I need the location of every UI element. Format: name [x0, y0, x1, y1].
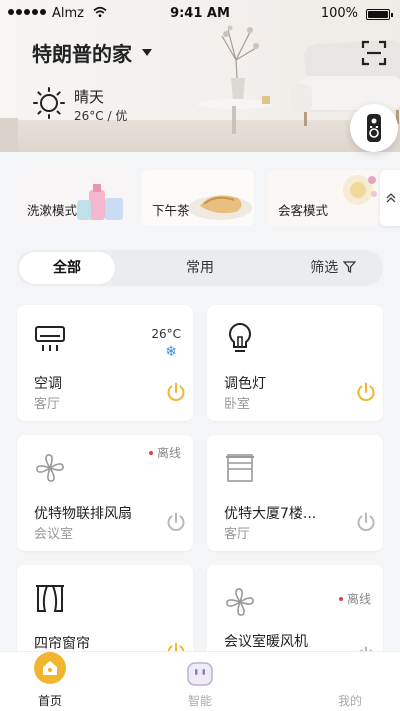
device-name: 四帘窗帘	[34, 636, 90, 652]
device-room: 客厅	[34, 397, 61, 412]
scene-card-afternoon-tea[interactable]: 下午茶	[142, 170, 254, 226]
scene-card-guest[interactable]: 会客模式	[268, 170, 380, 226]
home-icon[interactable]	[34, 652, 66, 684]
device-card-air-conditioner[interactable]: 26°C ❄ 空调 客厅	[17, 305, 193, 421]
caret-down-icon	[142, 49, 152, 56]
home-name: 特朗普的家	[32, 42, 132, 66]
power-on-icon[interactable]	[165, 381, 187, 403]
offline-dot-icon	[338, 596, 343, 601]
fan-heater-icon	[226, 588, 254, 616]
sun-icon	[33, 87, 65, 119]
tab-filter-label: 筛选	[310, 260, 339, 276]
device-name: 优特大厦7楼...	[224, 506, 317, 522]
curtain-icon	[36, 585, 64, 612]
offline-dot-icon	[148, 450, 153, 455]
scene-carousel: 洗漱模式 下午茶 会客模式	[17, 170, 400, 226]
snowflake-icon: ❄	[165, 344, 177, 360]
scene-label: 会客模式	[278, 203, 329, 218]
device-filter-tabs: 全部 常用 筛选	[17, 250, 383, 286]
device-name: 优特物联排风扇	[34, 506, 132, 522]
power-on-icon[interactable]	[355, 381, 377, 403]
light-bulb-icon	[229, 322, 251, 352]
nav-label: 我的	[337, 694, 362, 708]
remote-control-button[interactable]	[350, 104, 398, 152]
scan-icon[interactable]	[361, 40, 387, 66]
double-chevron-up-icon	[386, 193, 396, 203]
home-screen: Almz 9:41 AM 100% 特朗普的家 晴天 26°C / 优 洗漱模式…	[0, 0, 400, 711]
battery-percentage: 100%	[320, 6, 358, 21]
home-selector[interactable]: 特朗普的家	[32, 38, 152, 67]
weather-detail: 26°C / 优	[74, 109, 128, 123]
nav-label: 智能	[187, 694, 212, 708]
robot-icon	[187, 662, 213, 686]
device-room: 客厅	[224, 527, 251, 542]
expand-scenes-button[interactable]	[380, 170, 400, 226]
scene-label: 洗漱模式	[27, 203, 78, 218]
fan-icon	[36, 454, 64, 482]
weather-condition: 晴天	[74, 88, 105, 106]
tab-common[interactable]: 常用	[155, 252, 245, 284]
device-room: 卧室	[224, 397, 251, 412]
house-icon	[43, 661, 57, 675]
scene-card-wash[interactable]: 洗漱模式	[17, 170, 129, 226]
offline-badge: 离线	[148, 444, 181, 461]
filter-icon	[342, 261, 357, 273]
status-bar: Almz 9:41 AM 100%	[0, 0, 400, 28]
device-card-color-lamp[interactable]: 调色灯 卧室	[207, 305, 383, 421]
device-card-exhaust-fan[interactable]: 离线 优特物联排风扇 会议室	[17, 435, 193, 551]
remote-control-icon	[367, 114, 381, 142]
device-name: 调色灯	[224, 376, 266, 392]
tab-all[interactable]: 全部	[19, 252, 115, 284]
nav-label: 首页	[37, 694, 62, 708]
power-off-icon[interactable]	[165, 511, 187, 533]
device-name: 空调	[34, 376, 62, 392]
air-conditioner-icon	[35, 326, 65, 351]
offline-label: 离线	[156, 446, 181, 460]
temperature-reading: 26°C	[151, 327, 181, 341]
device-room: 会议室	[34, 527, 74, 542]
device-card-building-7f[interactable]: 优特大厦7楼... 客厅	[207, 435, 383, 551]
offline-label: 离线	[346, 592, 371, 606]
scene-label: 下午茶	[152, 203, 190, 218]
offline-badge: 离线	[338, 590, 371, 607]
device-name: 会议室暖风机	[224, 634, 308, 650]
nav-profile[interactable]: 我的	[320, 652, 380, 711]
tab-filter[interactable]: 筛选	[293, 252, 373, 284]
battery-icon	[366, 9, 393, 20]
nav-smart[interactable]: 智能	[170, 652, 230, 711]
shade-icon	[226, 454, 254, 482]
power-off-icon[interactable]	[355, 511, 377, 533]
